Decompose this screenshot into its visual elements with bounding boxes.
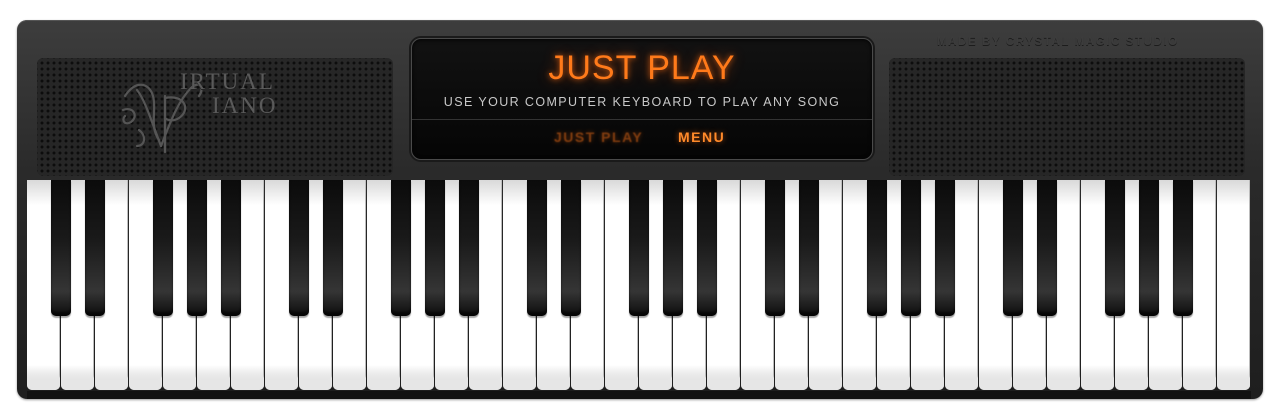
- black-key-a-sharp-2[interactable]: [459, 180, 479, 316]
- speaker-grille-right: [889, 58, 1245, 176]
- black-key-g-sharp-2[interactable]: [425, 180, 445, 316]
- nav-menu[interactable]: MENU: [678, 129, 725, 145]
- keyboard: [27, 180, 1251, 391]
- black-key-g-sharp-1[interactable]: [187, 180, 207, 316]
- keyboard-base: [27, 391, 1251, 399]
- black-key-c-sharp-4[interactable]: [765, 180, 785, 316]
- black-key-f-sharp-4[interactable]: [867, 180, 887, 316]
- nav-just-play[interactable]: JUST PLAY: [554, 129, 643, 145]
- display-subtitle: USE YOUR COMPUTER KEYBOARD TO PLAY ANY S…: [443, 95, 841, 109]
- black-key-f-sharp-1[interactable]: [153, 180, 173, 316]
- black-key-g-sharp-4[interactable]: [901, 180, 921, 316]
- black-key-c-sharp-1[interactable]: [51, 180, 71, 316]
- black-key-f-sharp-3[interactable]: [629, 180, 649, 316]
- display-title: JUST PLAY: [548, 49, 736, 87]
- white-key-c-6[interactable]: [1217, 180, 1250, 390]
- black-key-d-sharp-1[interactable]: [85, 180, 105, 316]
- black-key-c-sharp-2[interactable]: [289, 180, 309, 316]
- black-key-c-sharp-3[interactable]: [527, 180, 547, 316]
- speaker-grille-left: [37, 58, 393, 176]
- piano-body: IRTUAL IANO MADE BY CRYSTAL MAGIC STUDIO…: [17, 20, 1263, 399]
- black-key-c-sharp-5[interactable]: [1003, 180, 1023, 316]
- black-key-f-sharp-2[interactable]: [391, 180, 411, 316]
- black-key-g-sharp-3[interactable]: [663, 180, 683, 316]
- black-key-a-sharp-5[interactable]: [1173, 180, 1193, 316]
- black-key-d-sharp-2[interactable]: [323, 180, 343, 316]
- display-divider: [412, 119, 872, 120]
- black-key-d-sharp-3[interactable]: [561, 180, 581, 316]
- studio-credit: MADE BY CRYSTAL MAGIC STUDIO: [937, 36, 1179, 48]
- black-key-d-sharp-5[interactable]: [1037, 180, 1057, 316]
- black-key-a-sharp-3[interactable]: [697, 180, 717, 316]
- black-key-a-sharp-1[interactable]: [221, 180, 241, 316]
- black-key-d-sharp-4[interactable]: [799, 180, 819, 316]
- black-key-g-sharp-5[interactable]: [1139, 180, 1159, 316]
- black-key-a-sharp-4[interactable]: [935, 180, 955, 316]
- display-panel: JUST PLAY USE YOUR COMPUTER KEYBOARD TO …: [411, 38, 873, 160]
- black-key-f-sharp-5[interactable]: [1105, 180, 1125, 316]
